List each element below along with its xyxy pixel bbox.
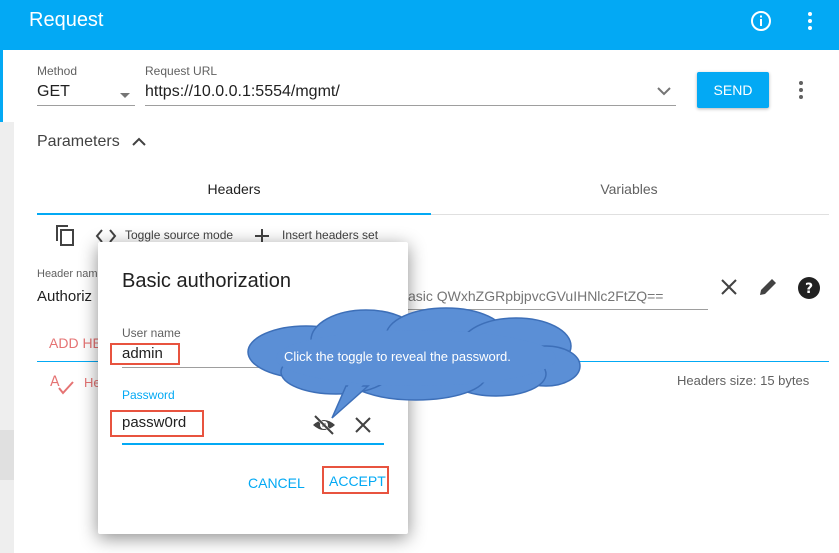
request-more-icon[interactable] xyxy=(789,78,813,107)
accept-button[interactable]: ACCEPT xyxy=(329,472,386,490)
info-icon[interactable] xyxy=(749,9,773,33)
insert-headers-set-button[interactable]: Insert headers set xyxy=(282,228,378,242)
help-icon[interactable]: ? xyxy=(797,276,821,305)
app-title: Request xyxy=(29,9,104,31)
add-header-button[interactable]: ADD HE xyxy=(49,335,102,351)
method-label: Method xyxy=(37,64,78,78)
tab-variables[interactable]: Variables xyxy=(432,181,826,197)
tab-indicator xyxy=(37,213,431,215)
svg-text:A: A xyxy=(50,374,60,390)
header-name-input[interactable]: Authoriz xyxy=(37,288,92,305)
username-input[interactable]: admin xyxy=(122,345,163,362)
more-vert-icon[interactable] xyxy=(798,9,822,33)
cancel-button[interactable]: CANCEL xyxy=(248,472,305,494)
chevron-up-icon[interactable] xyxy=(130,134,148,155)
edit-pencil-icon[interactable] xyxy=(757,276,779,303)
password-underline xyxy=(122,443,384,445)
method-select[interactable]: GET xyxy=(37,83,70,101)
spellcheck-icon: A xyxy=(49,372,75,401)
url-dropdown-icon[interactable] xyxy=(656,84,672,103)
callout-text: Click the toggle to reveal the password. xyxy=(284,349,511,364)
header-name-label: Header nam xyxy=(37,268,98,280)
side-rail-lower xyxy=(0,430,14,480)
method-dropdown-icon[interactable] xyxy=(118,88,132,106)
callout-cloud: Click the toggle to reveal the password. xyxy=(246,306,586,434)
close-icon[interactable] xyxy=(718,276,740,303)
header-value-input[interactable]: asic QWxhZGRpbjpvcGVuIHNlc2FtZQ== xyxy=(408,288,663,304)
tab-headers[interactable]: Headers xyxy=(37,181,431,197)
side-rail-indicator xyxy=(0,50,3,122)
url-underline xyxy=(145,105,676,106)
app-bar xyxy=(0,0,839,50)
password-label: Password xyxy=(122,388,175,402)
send-button[interactable]: SEND xyxy=(697,72,769,108)
toggle-source-mode-button[interactable]: Toggle source mode xyxy=(125,228,233,242)
method-underline xyxy=(37,105,135,106)
headers-size-text: Headers size: 15 bytes xyxy=(677,373,810,388)
parameters-toggle-label[interactable]: Parameters xyxy=(37,133,120,151)
username-label: User name xyxy=(122,326,181,340)
url-input[interactable]: https://10.0.0.1:5554/mgmt/ xyxy=(145,83,340,101)
dialog-title: Basic authorization xyxy=(122,270,291,292)
password-input[interactable]: passw0rd xyxy=(122,414,186,431)
copy-icon[interactable] xyxy=(53,224,77,253)
svg-text:?: ? xyxy=(805,281,813,297)
url-label: Request URL xyxy=(145,64,218,78)
